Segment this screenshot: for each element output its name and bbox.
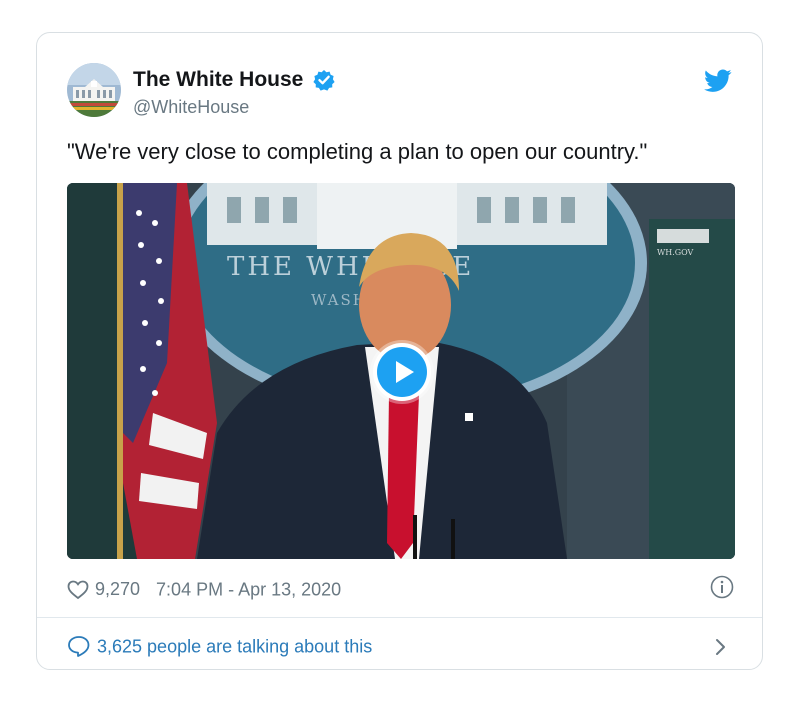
handle[interactable]: @WhiteHouse — [133, 95, 335, 119]
author-block[interactable]: The White House @WhiteHouse — [133, 67, 335, 119]
speech-bubble-icon — [67, 635, 91, 658]
heart-icon[interactable] — [67, 579, 89, 600]
tweet-header: The White House @WhiteHouse — [67, 63, 734, 121]
play-button[interactable] — [373, 343, 431, 401]
tweet-text: "We're very close to completing a plan t… — [67, 139, 648, 164]
twitter-bird-icon[interactable] — [704, 69, 732, 93]
conversation-link[interactable]: 3,625 people are talking about this — [67, 629, 734, 661]
like-count[interactable]: 9,270 — [95, 579, 140, 599]
tweet-meta: 9,270 7:04 PM - Apr 13, 2020 — [67, 573, 734, 603]
tweet-card[interactable]: The White House @WhiteHouse "We're very … — [36, 32, 763, 670]
corner-sign-text: WH.GOV — [657, 248, 694, 257]
display-name[interactable]: The White House — [133, 67, 303, 93]
timestamp[interactable]: 7:04 PM - Apr 13, 2020 — [156, 579, 341, 599]
info-icon[interactable] — [710, 575, 734, 599]
divider — [37, 617, 762, 618]
talking-count-text[interactable]: 3,625 people are talking about this — [97, 636, 372, 656]
play-icon — [377, 347, 427, 397]
avatar[interactable] — [67, 63, 121, 117]
verified-badge-icon — [313, 69, 335, 91]
chevron-right-icon[interactable] — [714, 635, 728, 655]
video-player[interactable]: THE WHIT USE WASH WH.GOV — [67, 183, 735, 559]
